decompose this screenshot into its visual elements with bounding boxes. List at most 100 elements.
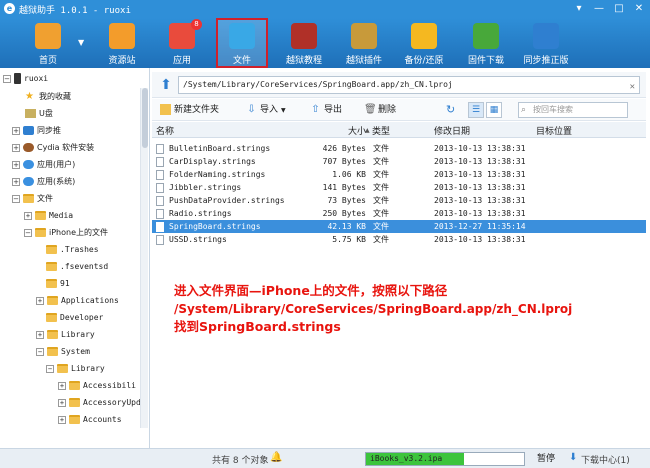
sidebar-item-cydia[interactable]: + Cydia 软件安装 bbox=[12, 141, 94, 155]
sidebar-item-tongbutui[interactable]: + 同步推 bbox=[12, 124, 61, 138]
book-icon bbox=[291, 23, 317, 49]
tree-folder-applications[interactable]: + Applications bbox=[36, 294, 119, 308]
expand-icon[interactable]: + bbox=[12, 177, 20, 186]
sidebar-item-udisk[interactable]: U盘 bbox=[25, 107, 53, 121]
tree-folder-developer[interactable]: Developer bbox=[46, 311, 103, 325]
tree-device[interactable]: − ruoxi bbox=[3, 72, 48, 86]
tree-folder-accessibility[interactable]: + Accessibili bbox=[58, 379, 136, 393]
toolbar-jailbreak-tutorial[interactable]: 越狱教程 bbox=[278, 18, 330, 68]
column-type[interactable]: 类型 bbox=[372, 124, 390, 137]
toolbar-home[interactable]: 首页 bbox=[22, 18, 74, 68]
import-button[interactable]: ⇩ 导入 ▼ bbox=[246, 103, 286, 117]
delete-button[interactable]: 🗑删除 bbox=[364, 103, 396, 117]
annotation-line-2: /System/Library/CoreServices/SpringBoard… bbox=[174, 302, 573, 316]
toolbar-jailbreak-plugins[interactable]: 越狱插件 bbox=[338, 18, 390, 68]
expand-icon[interactable]: + bbox=[12, 126, 20, 135]
scrollbar-thumb[interactable] bbox=[142, 88, 148, 148]
collapse-icon[interactable]: − bbox=[3, 74, 11, 83]
download-center-button[interactable]: 下载中心(1) bbox=[581, 453, 630, 466]
tree-folder-system-library[interactable]: − Library bbox=[46, 362, 105, 376]
expand-icon[interactable]: + bbox=[36, 296, 44, 305]
new-folder-button[interactable]: 新建文件夹 bbox=[160, 103, 219, 117]
path-input[interactable]: /System/Library/CoreServices/SpringBoard… bbox=[178, 76, 640, 94]
cell-type: 文件 bbox=[373, 183, 389, 192]
toolbar-backup-restore[interactable]: 备份/还原 bbox=[398, 18, 450, 68]
table-row[interactable]: BulletinBoard.strings 426 Bytes 文件 2013-… bbox=[152, 142, 646, 155]
file-icon bbox=[156, 183, 164, 193]
cell-type: 文件 bbox=[373, 157, 389, 166]
collapse-icon[interactable]: − bbox=[24, 228, 32, 237]
table-row[interactable]: FolderNaming.strings 1.06 KB 文件 2013-10-… bbox=[152, 168, 646, 181]
column-target[interactable]: 目标位置 bbox=[536, 124, 572, 137]
sidebar-item-files[interactable]: − 文件 bbox=[12, 192, 53, 206]
pause-button[interactable]: 暂停 bbox=[531, 452, 561, 466]
expand-icon[interactable]: + bbox=[12, 143, 20, 152]
collapse-icon[interactable]: − bbox=[12, 194, 20, 203]
notification-icon[interactable]: 🔔 bbox=[270, 452, 282, 463]
tree-folder-accessoryupdater[interactable]: + AccessoryUpd bbox=[58, 396, 141, 410]
close-icon[interactable]: ✕ bbox=[630, 79, 635, 93]
tree-folder-accounts[interactable]: + Accounts bbox=[58, 413, 122, 427]
expand-icon[interactable]: + bbox=[24, 211, 32, 220]
tree-folder-library[interactable]: + Library bbox=[36, 328, 95, 342]
cell-name: FolderNaming.strings bbox=[169, 170, 266, 179]
folder-icon bbox=[35, 211, 46, 220]
cell-name: CarDisplay.strings bbox=[169, 157, 256, 166]
search-input[interactable]: ⌕ 按回车搜索 bbox=[518, 102, 628, 118]
export-button[interactable]: ⇧ 导出 bbox=[310, 103, 342, 117]
toolbar-files[interactable]: 文件 bbox=[216, 18, 268, 68]
column-date[interactable]: 修改日期 bbox=[434, 124, 470, 137]
expand-icon[interactable]: + bbox=[36, 330, 44, 339]
cell-name: PushDataProvider.strings bbox=[169, 196, 285, 205]
sidebar-item-system-apps[interactable]: + 应用(系统) bbox=[12, 175, 75, 189]
collapse-icon[interactable]: − bbox=[36, 347, 44, 356]
column-name[interactable]: 名称 bbox=[156, 124, 174, 137]
skin-icon[interactable]: ▾ bbox=[572, 2, 586, 15]
folder-icon bbox=[23, 194, 34, 203]
instruction-annotation: 进入文件界面—iPhone上的文件，按照以下路径 /System/Library… bbox=[174, 282, 634, 336]
tree-folder-fseventsd[interactable]: .fseventsd bbox=[46, 260, 108, 274]
expand-icon[interactable]: + bbox=[12, 160, 20, 169]
sidebar-item-user-apps[interactable]: + 应用(用户) bbox=[12, 158, 75, 172]
sidebar-scrollbar[interactable] bbox=[140, 88, 148, 428]
expand-icon[interactable]: + bbox=[58, 381, 66, 390]
tree-folder-label: 91 bbox=[60, 279, 70, 288]
column-size[interactable]: 大小 bbox=[348, 124, 366, 137]
toolbar-firmware-download[interactable]: 固件下载 bbox=[460, 18, 512, 68]
minimize-button[interactable]: — bbox=[592, 2, 606, 15]
download-center-icon[interactable]: ⬇ bbox=[569, 452, 577, 463]
home-icon bbox=[35, 23, 61, 49]
tree-folder-label: Developer bbox=[60, 313, 104, 322]
tree-folder-iphone-files[interactable]: − iPhone上的文件 bbox=[24, 226, 108, 240]
expand-icon[interactable]: + bbox=[58, 398, 66, 407]
grid-view-icon[interactable]: ▦ bbox=[486, 102, 502, 118]
table-row[interactable]: Radio.strings 250 Bytes 文件 2013-10-13 13… bbox=[152, 207, 646, 220]
chevron-down-icon[interactable]: ▼ bbox=[78, 38, 84, 47]
list-view-icon[interactable]: ☰ bbox=[468, 102, 484, 118]
tree-folder-91[interactable]: 91 bbox=[46, 277, 70, 291]
table-row[interactable]: Jibbler.strings 141 Bytes 文件 2013-10-13 … bbox=[152, 181, 646, 194]
sidebar-item-favorites[interactable]: ★ 我的收藏 bbox=[25, 90, 71, 104]
toolbar-sync-push[interactable]: 同步推正版 bbox=[520, 18, 572, 68]
cell-date: 2013-10-13 13:38:31 bbox=[434, 157, 526, 166]
close-button[interactable]: ✕ bbox=[632, 2, 646, 15]
download-icon bbox=[473, 23, 499, 49]
table-row-selected[interactable]: SpringBoard.strings 42.13 KB 文件 2013-12-… bbox=[152, 220, 646, 233]
expand-icon[interactable]: + bbox=[58, 415, 66, 424]
sidebar-item-label: 同步推 bbox=[37, 126, 61, 135]
tree-folder-system[interactable]: − System bbox=[36, 345, 90, 359]
refresh-icon[interactable]: ↻ bbox=[446, 103, 455, 117]
collapse-icon[interactable]: − bbox=[46, 364, 54, 373]
download-filename: iBooks_v3.2.ipa bbox=[370, 454, 443, 463]
table-row[interactable]: PushDataProvider.strings 73 Bytes 文件 201… bbox=[152, 194, 646, 207]
table-row[interactable]: USSD.strings 5.75 KB 文件 2013-10-13 13:38… bbox=[152, 233, 646, 246]
tree-folder-trashes[interactable]: .Trashes bbox=[46, 243, 99, 257]
back-arrow-icon[interactable]: ⬆ bbox=[158, 77, 174, 93]
toolbar-resources[interactable]: 资源站 bbox=[96, 18, 148, 68]
cell-name: Radio.strings bbox=[169, 209, 232, 218]
tree-folder-media[interactable]: + Media bbox=[24, 209, 73, 223]
chevron-down-icon[interactable]: ▼ bbox=[281, 107, 286, 114]
maximize-button[interactable]: □ bbox=[612, 2, 626, 15]
table-row[interactable]: CarDisplay.strings 707 Bytes 文件 2013-10-… bbox=[152, 155, 646, 168]
toolbar-apps[interactable]: 8 应用 bbox=[156, 18, 208, 68]
